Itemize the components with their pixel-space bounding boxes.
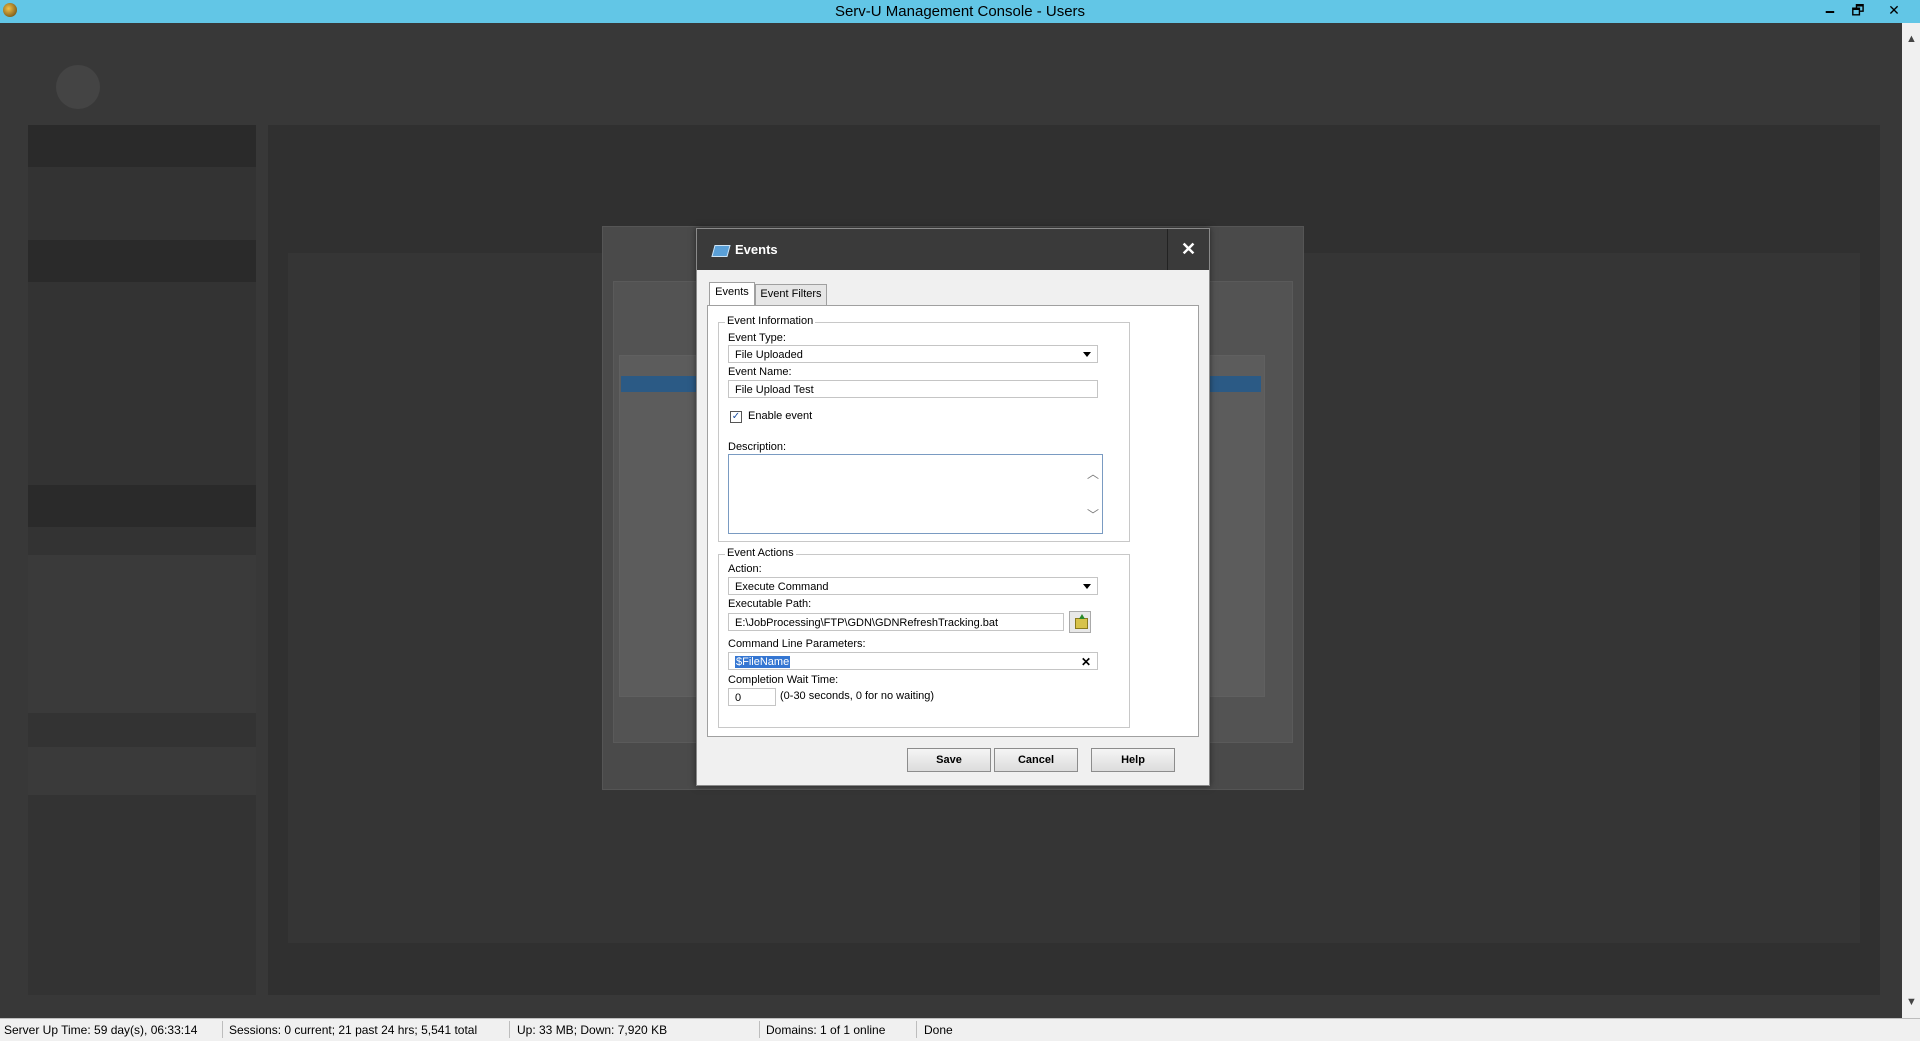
scroll-down-icon[interactable]: ▼ [1906, 996, 1917, 1008]
completion-wait-time-hint: (0-30 seconds, 0 for no waiting) [780, 690, 935, 702]
events-icon [711, 245, 731, 257]
window-title: Serv-U Management Console - Users [834, 3, 1086, 20]
logo [56, 65, 276, 125]
scroll-down-icon[interactable]: ﹀ [1087, 506, 1099, 523]
status-separator [759, 1021, 760, 1038]
event-name-label: Event Name: [728, 366, 792, 378]
events-tab-panel: Event Information Event Type: File Uploa… [707, 305, 1199, 737]
status-separator [509, 1021, 510, 1038]
vertical-scrollbar[interactable]: ▲ ▼ [1902, 23, 1920, 1018]
status-sessions: Sessions: 0 current; 21 past 24 hrs; 5,5… [229, 1023, 478, 1037]
event-type-value: File Uploaded [735, 349, 803, 361]
status-uptime: Server Up Time: 59 day(s), 06:33:14 [4, 1023, 198, 1037]
cancel-button[interactable]: Cancel [994, 748, 1078, 772]
description-textarea[interactable]: ︿ ﹀ [728, 454, 1103, 534]
sidebar-section-block [28, 240, 256, 282]
arrow-up-icon [1079, 614, 1085, 619]
scroll-up-icon[interactable]: ▲ [1906, 33, 1917, 45]
command-line-parameters-input[interactable]: $FileName ✕ [728, 652, 1098, 670]
executable-path-input[interactable]: E:\JobProcessing\FTP\GDN\GDNRefreshTrack… [728, 613, 1064, 631]
status-transfer: Up: 33 MB; Down: 7,920 KB [517, 1023, 668, 1037]
events-dialog: Events ✕ Events Event Filters Event Info… [696, 228, 1210, 786]
sidebar-header-block [28, 125, 256, 167]
restore-button[interactable]: 🗗 [1846, 1, 1870, 20]
close-icon[interactable]: ✕ [1167, 229, 1209, 270]
event-type-select[interactable]: File Uploaded [728, 345, 1098, 363]
tab-events[interactable]: Events [709, 282, 755, 305]
events-dialog-body: Events Event Filters Event Information E… [697, 270, 1209, 785]
logo-icon [56, 65, 100, 109]
sidebar-panel [28, 747, 256, 795]
description-label: Description: [728, 441, 787, 453]
enable-event-label: Enable event [748, 410, 813, 422]
status-domains: Domains: 1 of 1 online [766, 1023, 886, 1037]
enable-event-checkbox[interactable]: ✓ [730, 411, 742, 423]
command-line-parameters-label: Command Line Parameters: [728, 638, 866, 650]
scroll-up-icon[interactable]: ︿ [1087, 465, 1099, 482]
close-window-button[interactable]: ✕ [1882, 1, 1906, 20]
window-titlebar: Serv-U Management Console - Users 🗕 🗗 ✕ [0, 0, 1920, 23]
sidebar [28, 125, 256, 995]
browse-button[interactable] [1069, 611, 1091, 633]
sidebar-section-block [28, 485, 256, 527]
command-line-parameters-value: $FileName [735, 656, 791, 668]
executable-path-label: Executable Path: [728, 598, 812, 610]
status-separator [222, 1021, 223, 1038]
folder-icon [1075, 618, 1088, 629]
event-type-label: Event Type: [728, 332, 786, 344]
action-value: Execute Command [735, 581, 829, 593]
save-button[interactable]: Save [907, 748, 991, 772]
help-button[interactable]: Help [1091, 748, 1175, 772]
action-select[interactable]: Execute Command [728, 577, 1098, 595]
status-bar: Server Up Time: 59 day(s), 06:33:14 Sess… [0, 1018, 1920, 1041]
chevron-down-icon [1083, 352, 1091, 357]
completion-wait-time-input[interactable]: 0 [728, 688, 776, 706]
events-dialog-titlebar: Events ✕ [697, 229, 1209, 270]
minimize-button[interactable]: 🗕 [1818, 1, 1842, 20]
sidebar-panel [28, 555, 256, 713]
events-dialog-title: Events [735, 242, 778, 257]
event-information-legend: Event Information [725, 315, 816, 327]
completion-wait-time-label: Completion Wait Time: [728, 674, 839, 686]
action-label: Action: [728, 563, 762, 575]
status-state: Done [924, 1023, 953, 1037]
event-actions-legend: Event Actions [725, 547, 796, 559]
chevron-down-icon [1083, 584, 1091, 589]
event-name-input[interactable]: File Upload Test [728, 380, 1098, 398]
status-separator [916, 1021, 917, 1038]
clear-icon[interactable]: ✕ [1081, 653, 1091, 671]
tab-event-filters[interactable]: Event Filters [755, 284, 827, 305]
